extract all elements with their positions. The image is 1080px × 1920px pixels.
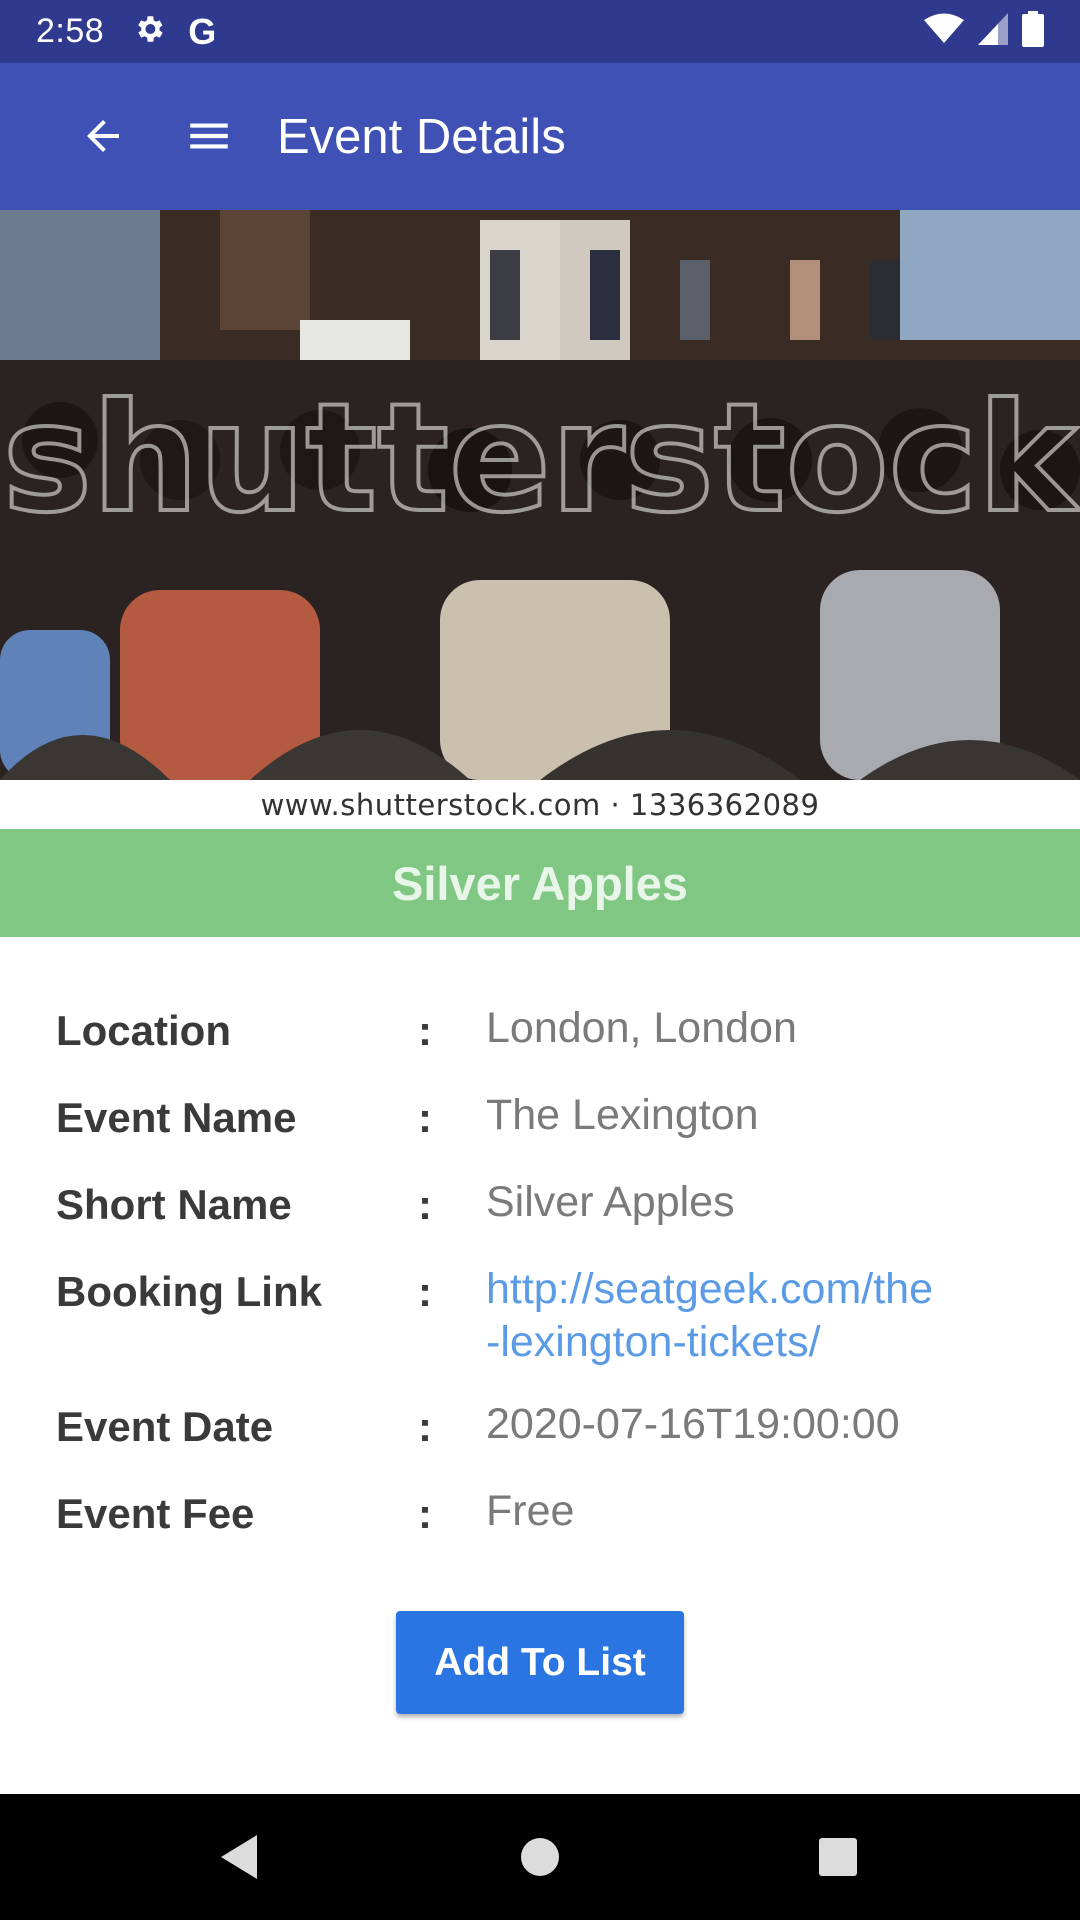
status-bar: 2:58 G (0, 0, 1080, 63)
add-to-list-button[interactable]: Add To List (396, 1611, 684, 1714)
nav-back-button[interactable] (206, 1824, 272, 1890)
app-bar: Event Details (0, 63, 1080, 210)
detail-value: Silver Apples (486, 1178, 735, 1226)
image-credit-text: www.shutterstock.com · 1336362089 (260, 787, 820, 822)
booking-link-line: -lexington-tickets/ (486, 1318, 821, 1366)
arrow-back-icon (87, 120, 119, 152)
wifi-icon (924, 13, 964, 50)
nav-recents-button[interactable] (805, 1824, 871, 1890)
google-g-icon: G (188, 10, 217, 52)
menu-button[interactable] (176, 103, 242, 169)
image-credit: www.shutterstock.com · 1336362089 (0, 780, 1080, 829)
event-title-banner: Silver Apples (0, 829, 1080, 937)
watermark-text: shutterstock (3, 372, 1080, 546)
detail-colon: : (418, 1268, 432, 1315)
detail-value: Free (486, 1487, 575, 1535)
status-right-icons (924, 11, 1044, 52)
detail-value: London, London (486, 1004, 797, 1052)
signal-icon (978, 13, 1008, 50)
page-title: Event Details (277, 110, 566, 164)
event-title: Silver Apples (391, 856, 689, 910)
detail-label: Event Name (56, 1094, 297, 1141)
detail-value: 2020-07-16T19:00:00 (486, 1400, 900, 1448)
back-button[interactable] (70, 103, 136, 169)
event-image: shutterstock (0, 210, 1080, 780)
square-recents-icon (819, 1838, 857, 1876)
detail-label: Location (56, 1007, 231, 1054)
system-nav-bar (0, 1794, 1080, 1920)
detail-colon: : (418, 1403, 432, 1450)
detail-label: Booking Link (56, 1268, 322, 1315)
nav-home-button[interactable] (507, 1824, 573, 1890)
detail-label: Event Fee (56, 1490, 255, 1537)
detail-colon: : (418, 1490, 432, 1537)
triangle-back-icon (221, 1835, 257, 1879)
detail-value: The Lexington (486, 1091, 759, 1139)
booking-link[interactable]: http://seatgeek.com/the -lexington-ticke… (486, 1263, 1026, 1369)
gear-icon (132, 12, 166, 51)
booking-link-line: http://seatgeek.com/the (486, 1265, 933, 1313)
detail-label: Short Name (56, 1181, 292, 1228)
battery-icon (1022, 11, 1044, 52)
detail-colon: : (418, 1007, 432, 1054)
add-to-list-label: Add To List (434, 1640, 646, 1684)
hamburger-menu-icon (190, 123, 228, 149)
detail-label: Event Date (56, 1403, 274, 1450)
status-time: 2:58 (36, 12, 105, 50)
circle-home-icon (521, 1838, 559, 1876)
detail-colon: : (418, 1181, 432, 1228)
status-left-icons: G (132, 11, 216, 53)
detail-colon: : (418, 1094, 432, 1141)
